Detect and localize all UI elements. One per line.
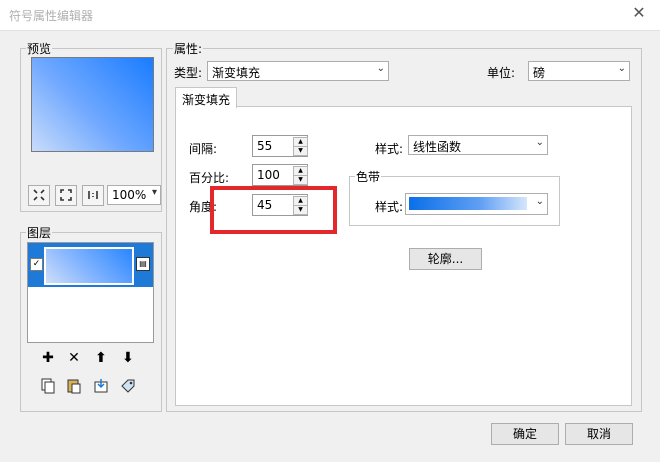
layer-row[interactable]: ✓ ▤ bbox=[28, 243, 153, 287]
color-ramp-group-label: 色带 bbox=[355, 168, 382, 185]
layer-list[interactable]: ✓ ▤ bbox=[27, 242, 154, 343]
ok-button[interactable]: 确定 bbox=[491, 423, 559, 445]
layer-swatch bbox=[44, 247, 134, 285]
style-value: 线性函数 bbox=[413, 140, 462, 154]
chevron-down-icon: ⌄ bbox=[535, 196, 544, 207]
window-title: 符号属性编辑器 bbox=[9, 9, 94, 23]
layer-lock-icon[interactable]: ▤ bbox=[136, 257, 150, 271]
percent-value: 100 bbox=[257, 168, 280, 182]
move-down-button[interactable]: ⬇ bbox=[120, 350, 136, 366]
cancel-button[interactable]: 取消 bbox=[565, 423, 633, 445]
symbol-preview bbox=[31, 57, 154, 152]
spin-down-icon[interactable]: ▼ bbox=[293, 175, 308, 185]
zoom-in-button[interactable] bbox=[28, 185, 50, 206]
zoom-out-icon bbox=[60, 189, 72, 201]
copy-layer-button[interactable] bbox=[40, 378, 56, 394]
import-layer-button[interactable] bbox=[93, 378, 109, 394]
zoom-select[interactable]: 100% ▾ bbox=[107, 185, 161, 205]
copy-icon bbox=[41, 378, 55, 394]
import-icon bbox=[94, 379, 108, 393]
cancel-button-label: 取消 bbox=[586, 427, 611, 441]
spin-down-icon[interactable]: ▼ bbox=[293, 146, 308, 156]
color-ramp-swatch bbox=[409, 197, 527, 210]
percent-spinner[interactable]: 100 ▲ ▼ bbox=[252, 164, 308, 186]
add-layer-button[interactable]: ✚ bbox=[40, 350, 56, 366]
tag-icon bbox=[121, 379, 135, 393]
style-select[interactable]: 线性函数 ⌄ bbox=[408, 135, 548, 155]
tab-label: 渐变填充 bbox=[182, 93, 231, 107]
tag-layer-button[interactable] bbox=[120, 378, 136, 394]
actual-size-button[interactable] bbox=[82, 185, 104, 206]
layer-visible-checkbox[interactable]: ✓ bbox=[30, 258, 43, 271]
type-value: 渐变填充 bbox=[212, 66, 261, 80]
type-label: 类型: bbox=[174, 66, 203, 80]
interval-spinner[interactable]: 55 ▲ ▼ bbox=[252, 135, 308, 157]
angle-highlight-box bbox=[210, 186, 337, 234]
ramp-style-label: 样式: bbox=[375, 200, 404, 214]
chevron-down-icon: ⌄ bbox=[617, 63, 626, 74]
interval-label: 间隔: bbox=[189, 142, 218, 156]
preview-group-label: 预览 bbox=[26, 40, 53, 57]
move-up-button[interactable]: ⬆ bbox=[93, 350, 109, 366]
tab-gradient-fill[interactable]: 渐变填充 bbox=[175, 87, 237, 108]
plus-icon: ✚ bbox=[42, 350, 54, 366]
paste-icon bbox=[67, 379, 81, 394]
zoom-out-button[interactable] bbox=[55, 185, 77, 206]
layers-group-label: 图层 bbox=[26, 224, 53, 241]
unit-label: 单位: bbox=[487, 66, 516, 80]
remove-layer-button[interactable]: ✕ bbox=[66, 350, 82, 366]
percent-label: 百分比: bbox=[189, 171, 230, 185]
interval-value: 55 bbox=[257, 139, 273, 153]
close-icon[interactable]: ✕ bbox=[630, 4, 648, 22]
arrow-up-icon: ⬆ bbox=[95, 350, 107, 366]
unit-select[interactable]: 磅 ⌄ bbox=[528, 61, 630, 81]
style-label: 样式: bbox=[375, 142, 404, 156]
tab-panel bbox=[175, 106, 632, 406]
chevron-down-icon: ▾ bbox=[151, 187, 157, 198]
outline-button[interactable]: 轮廓... bbox=[409, 248, 482, 270]
type-select[interactable]: 渐变填充 ⌄ bbox=[207, 61, 389, 81]
chevron-down-icon: ⌄ bbox=[376, 63, 385, 74]
arrow-down-icon: ⬇ bbox=[122, 350, 134, 366]
paste-layer-button[interactable] bbox=[66, 378, 82, 394]
ok-button-label: 确定 bbox=[512, 427, 537, 441]
properties-group-label: 属性: bbox=[173, 40, 204, 57]
actual-size-icon bbox=[88, 191, 98, 199]
close-icon: ✕ bbox=[68, 350, 80, 366]
unit-value: 磅 bbox=[533, 66, 546, 80]
chevron-down-icon: ⌄ bbox=[535, 137, 544, 148]
outline-button-label: 轮廓... bbox=[427, 252, 464, 266]
title-bar bbox=[0, 0, 660, 31]
zoom-value: 100% bbox=[112, 188, 147, 202]
zoom-in-icon bbox=[33, 189, 45, 201]
